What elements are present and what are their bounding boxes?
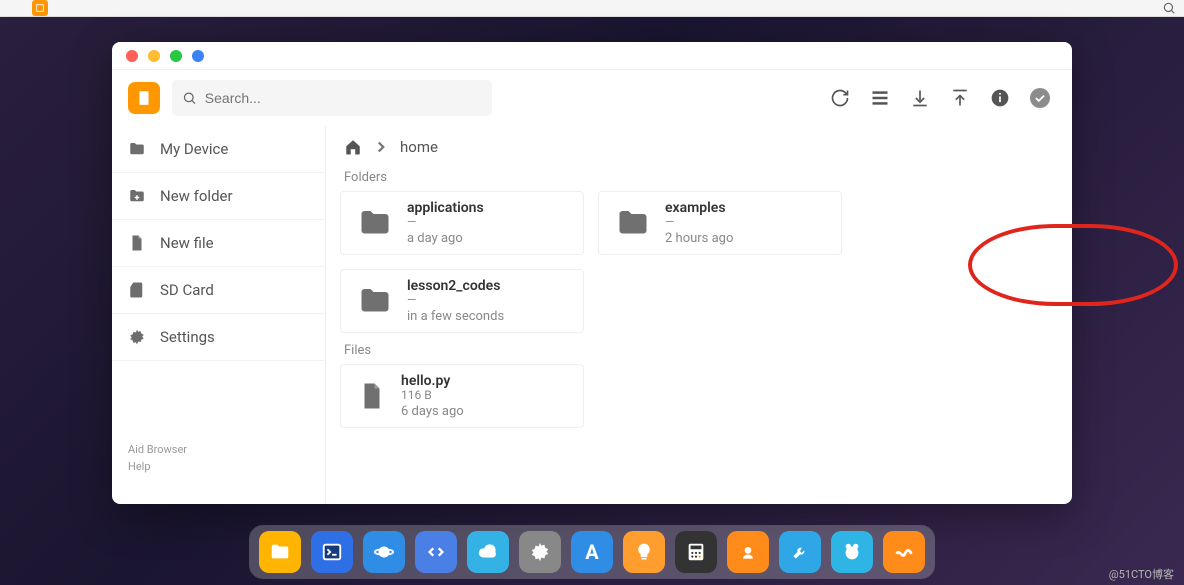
folder-size: —: [407, 294, 504, 307]
sidebar-item-sd-card[interactable]: SD Card: [112, 267, 325, 314]
window-extra-dot: [192, 50, 204, 62]
info-icon[interactable]: [990, 88, 1010, 108]
dock: A: [249, 525, 935, 579]
folder-size: —: [407, 216, 484, 229]
folder-size: —: [665, 216, 733, 229]
dock-app-calc[interactable]: [675, 531, 717, 573]
main-pane: home Folders applications — a day ago ex…: [326, 126, 1072, 504]
toolbar-actions: [830, 88, 1062, 108]
folder-icon: [357, 283, 393, 319]
window-maximize[interactable]: [170, 50, 182, 62]
breadcrumb-current[interactable]: home: [400, 138, 438, 156]
folder-name: examples: [665, 200, 733, 216]
search-input[interactable]: [205, 90, 482, 106]
sidebar-item-new-file[interactable]: New file: [112, 220, 325, 267]
breadcrumb: home: [340, 134, 1058, 164]
sd-card-icon: [128, 281, 146, 299]
dock-app-code[interactable]: [415, 531, 457, 573]
dock-app-ideas[interactable]: [623, 531, 665, 573]
new-file-icon: [128, 234, 146, 252]
section-files-label: Files: [340, 337, 1058, 364]
toolbar: [112, 70, 1072, 126]
dock-app-terminal[interactable]: [311, 531, 353, 573]
footer-link-browser[interactable]: Aid Browser: [128, 441, 309, 459]
sidebar-item-label: Settings: [160, 328, 215, 346]
files-grid: hello.py 116 B 6 days ago: [340, 364, 1058, 428]
folder-card-lesson2-codes[interactable]: lesson2_codes — in a few seconds: [340, 269, 584, 333]
dock-app-bear[interactable]: [831, 531, 873, 573]
sidebar-footer: Aid Browser Help: [112, 431, 325, 504]
list-view-icon[interactable]: [870, 88, 890, 108]
tab-app-icon: [32, 0, 48, 16]
search-icon[interactable]: [1162, 1, 1176, 15]
dock-app-store[interactable]: A: [571, 531, 613, 573]
folder-time: in a few seconds: [407, 309, 504, 324]
folders-grid: applications — a day ago examples — 2 ho…: [340, 191, 1058, 333]
download-icon[interactable]: [910, 88, 930, 108]
sidebar-item-settings[interactable]: Settings: [112, 314, 325, 361]
select-icon[interactable]: [1030, 88, 1050, 108]
file-time: 6 days ago: [401, 404, 464, 419]
sidebar-item-new-folder[interactable]: New folder: [112, 173, 325, 220]
folder-icon: [128, 140, 146, 158]
window-titlebar: [112, 42, 1072, 70]
dock-app-wave[interactable]: [883, 531, 925, 573]
file-name: hello.py: [401, 373, 464, 389]
sidebar-item-label: New file: [160, 234, 214, 252]
folder-time: a day ago: [407, 231, 484, 246]
file-icon: [357, 378, 387, 414]
home-icon[interactable]: [344, 138, 362, 156]
watermark: @51CTO博客: [1109, 566, 1174, 582]
folder-name: lesson2_codes: [407, 278, 504, 294]
dock-app-music[interactable]: [727, 531, 769, 573]
dock-app-planet[interactable]: [363, 531, 405, 573]
new-folder-icon: [128, 187, 146, 205]
dock-app-files[interactable]: [259, 531, 301, 573]
sidebar: My Device New folder New file SD Card Se…: [112, 126, 326, 504]
folder-time: 2 hours ago: [665, 231, 733, 246]
search-icon: [182, 90, 197, 106]
window-close[interactable]: [126, 50, 138, 62]
footer-link-help[interactable]: Help: [128, 458, 309, 476]
gear-icon: [128, 328, 146, 346]
folder-card-applications[interactable]: applications — a day ago: [340, 191, 584, 255]
sidebar-item-label: SD Card: [160, 281, 214, 299]
folder-card-examples[interactable]: examples — 2 hours ago: [598, 191, 842, 255]
dock-app-cloud[interactable]: [467, 531, 509, 573]
refresh-icon[interactable]: [830, 88, 850, 108]
section-folders-label: Folders: [340, 164, 1058, 191]
dock-app-settings[interactable]: [519, 531, 561, 573]
sidebar-item-label: New folder: [160, 187, 233, 205]
window-minimize[interactable]: [148, 50, 160, 62]
sidebar-item-label: My Device: [160, 140, 228, 158]
sidebar-item-my-device[interactable]: My Device: [112, 126, 325, 173]
upload-icon[interactable]: [950, 88, 970, 108]
dock-app-tools[interactable]: [779, 531, 821, 573]
app-logo: [128, 82, 160, 114]
folder-name: applications: [407, 200, 484, 216]
os-browser-bar: [0, 0, 1184, 17]
search-box[interactable]: [172, 80, 492, 116]
file-card-hello-py[interactable]: hello.py 116 B 6 days ago: [340, 364, 584, 428]
file-size: 116 B: [401, 389, 464, 402]
folder-icon: [615, 205, 651, 241]
folder-icon: [357, 205, 393, 241]
file-manager-window: My Device New folder New file SD Card Se…: [112, 42, 1072, 504]
chevron-right-icon: [372, 138, 390, 156]
